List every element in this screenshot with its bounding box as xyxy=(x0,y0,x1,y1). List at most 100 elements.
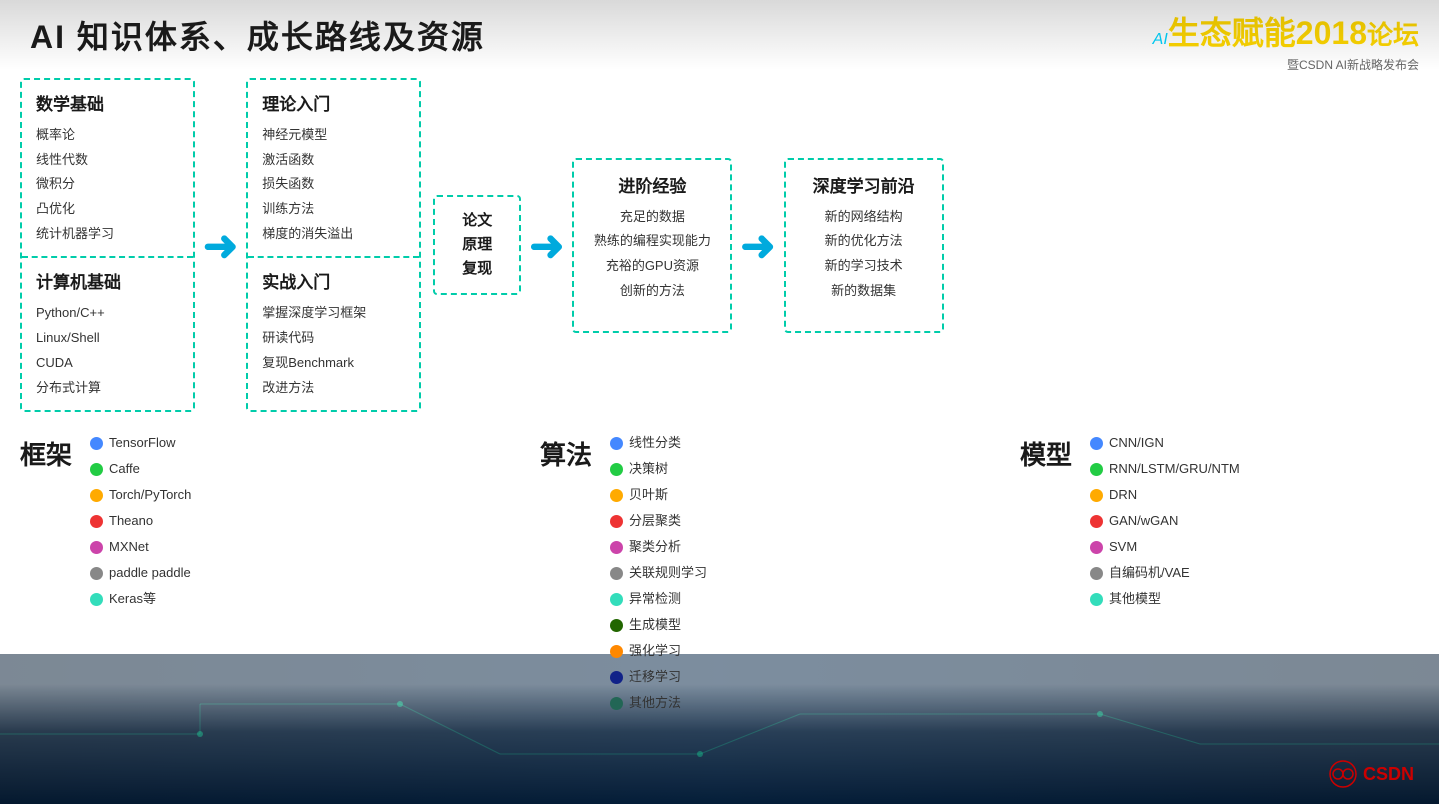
framework-item-4: MXNet xyxy=(90,534,191,560)
advanced-item-1: 充足的数据 xyxy=(590,205,714,230)
models-list: CNN/IGNRNN/LSTM/GRU/NTMDRNGAN/wGANSVM自编码… xyxy=(1090,430,1240,612)
theory-practice-box: 理论入门 神经元模型 激活函数 损失函数 训练方法 梯度的消失溢出 实战入门 掌… xyxy=(246,78,421,412)
theory-item-5: 梯度的消失溢出 xyxy=(262,222,405,247)
arrow-3: ➜ xyxy=(740,221,775,270)
algorithm-name-4: 聚类分析 xyxy=(629,534,681,560)
framework-item-6: Keras等 xyxy=(90,586,191,612)
model-item-2: DRN xyxy=(1090,482,1240,508)
csdn-logo: CSDN xyxy=(1328,759,1414,789)
math-title: 数学基础 xyxy=(36,90,179,115)
algorithm-name-3: 分层聚类 xyxy=(629,508,681,534)
math-items: 概率论 线性代数 微积分 凸优化 统计机器学习 xyxy=(36,123,179,246)
theory-items: 神经元模型 激活函数 损失函数 训练方法 梯度的消失溢出 xyxy=(262,123,405,246)
practice-item-4: 改进方法 xyxy=(262,376,405,401)
cs-items: Python/C++ Linux/Shell CUDA 分布式计算 xyxy=(36,301,179,400)
algorithm-dot-0 xyxy=(610,437,623,450)
math-section: 数学基础 概率论 线性代数 微积分 凸优化 统计机器学习 xyxy=(22,80,193,258)
advanced-title: 进阶经验 xyxy=(590,172,714,197)
cs-item-4: 分布式计算 xyxy=(36,376,179,401)
theory-item-4: 训练方法 xyxy=(262,197,405,222)
algorithm-name-9: 迁移学习 xyxy=(629,664,681,690)
algorithm-dot-8 xyxy=(610,645,623,658)
algorithm-dot-10 xyxy=(610,697,623,710)
algorithm-item-9: 迁移学习 xyxy=(610,664,707,690)
framework-name-1: Caffe xyxy=(109,456,140,482)
frameworks-label: 框架 xyxy=(20,435,80,472)
left-double-box: 数学基础 概率论 线性代数 微积分 凸优化 统计机器学习 计算机基础 Pytho… xyxy=(20,78,195,412)
algorithm-item-6: 异常检测 xyxy=(610,586,707,612)
model-item-5: 自编码机/VAE xyxy=(1090,560,1240,586)
framework-dot-6 xyxy=(90,593,103,606)
flow-diagram: 数学基础 概率论 线性代数 微积分 凸优化 统计机器学习 计算机基础 Pytho… xyxy=(20,78,1419,412)
model-name-6: 其他模型 xyxy=(1109,586,1161,612)
model-name-3: GAN/wGAN xyxy=(1109,508,1178,534)
model-name-0: CNN/IGN xyxy=(1109,430,1164,456)
model-dot-6 xyxy=(1090,593,1103,606)
model-name-1: RNN/LSTM/GRU/NTM xyxy=(1109,456,1240,482)
framework-dot-4 xyxy=(90,541,103,554)
model-name-5: 自编码机/VAE xyxy=(1109,560,1190,586)
advanced-item-4: 创新的方法 xyxy=(590,279,714,304)
algorithm-dot-7 xyxy=(610,619,623,632)
algorithm-name-8: 强化学习 xyxy=(629,638,681,664)
advanced-items: 充足的数据 熟练的编程实现能力 充裕的GPU资源 创新的方法 xyxy=(590,205,714,304)
math-item-2: 线性代数 xyxy=(36,148,179,173)
model-name-4: SVM xyxy=(1109,534,1137,560)
model-dot-2 xyxy=(1090,489,1103,502)
algorithm-item-8: 强化学习 xyxy=(610,638,707,664)
framework-item-5: paddle paddle xyxy=(90,560,191,586)
theory-section: 理论入门 神经元模型 激活函数 损失函数 训练方法 梯度的消失溢出 xyxy=(248,80,419,258)
algorithm-dot-3 xyxy=(610,515,623,528)
model-dot-4 xyxy=(1090,541,1103,554)
theory-item-1: 神经元模型 xyxy=(262,123,405,148)
framework-dot-5 xyxy=(90,567,103,580)
math-item-5: 统计机器学习 xyxy=(36,222,179,247)
paper-title: 论文原理复现 xyxy=(443,209,511,281)
framework-dot-0 xyxy=(90,437,103,450)
algorithms-label: 算法 xyxy=(540,435,600,472)
algorithm-item-5: 关联规则学习 xyxy=(610,560,707,586)
algorithms-list: 线性分类决策树贝叶斯分层聚类聚类分析关联规则学习异常检测生成模型强化学习迁移学习… xyxy=(610,430,707,716)
algorithm-dot-9 xyxy=(610,671,623,684)
algorithm-name-5: 关联规则学习 xyxy=(629,560,707,586)
algorithm-name-0: 线性分类 xyxy=(629,430,681,456)
math-item-3: 微积分 xyxy=(36,172,179,197)
framework-name-3: Theano xyxy=(109,508,153,534)
cs-title: 计算机基础 xyxy=(36,268,179,293)
algorithm-item-4: 聚类分析 xyxy=(610,534,707,560)
algorithm-name-7: 生成模型 xyxy=(629,612,681,638)
algorithm-item-10: 其他方法 xyxy=(610,690,707,716)
frameworks-list: TensorFlowCaffeTorch/PyTorchTheanoMXNetp… xyxy=(90,430,191,612)
algorithm-name-2: 贝叶斯 xyxy=(629,482,668,508)
practice-item-3: 复现Benchmark xyxy=(262,351,405,376)
framework-item-2: Torch/PyTorch xyxy=(90,482,191,508)
deep-title: 深度学习前沿 xyxy=(802,172,926,197)
models-category: 模型 CNN/IGNRNN/LSTM/GRU/NTMDRNGAN/wGANSVM… xyxy=(1020,430,1340,716)
algorithm-dot-4 xyxy=(610,541,623,554)
advanced-item-2: 熟练的编程实现能力 xyxy=(590,229,714,254)
algorithm-dot-5 xyxy=(610,567,623,580)
math-item-1: 概率论 xyxy=(36,123,179,148)
deep-item-2: 新的优化方法 xyxy=(802,229,926,254)
advanced-box: 进阶经验 充足的数据 熟练的编程实现能力 充裕的GPU资源 创新的方法 xyxy=(572,158,732,333)
arrow-2: ➜ xyxy=(529,221,564,270)
model-dot-3 xyxy=(1090,515,1103,528)
framework-name-4: MXNet xyxy=(109,534,149,560)
deep-items: 新的网络结构 新的优化方法 新的学习技术 新的数据集 xyxy=(802,205,926,304)
page-title: AI 知识体系、成长路线及资源 xyxy=(30,12,485,58)
algorithms-category: 算法 线性分类决策树贝叶斯分层聚类聚类分析关联规则学习异常检测生成模型强化学习迁… xyxy=(540,430,820,716)
model-item-1: RNN/LSTM/GRU/NTM xyxy=(1090,456,1240,482)
framework-name-6: Keras等 xyxy=(109,586,156,612)
framework-name-2: Torch/PyTorch xyxy=(109,482,191,508)
deep-item-3: 新的学习技术 xyxy=(802,254,926,279)
practice-item-1: 掌握深度学习框架 xyxy=(262,301,405,326)
algorithm-item-1: 决策树 xyxy=(610,456,707,482)
algorithm-item-2: 贝叶斯 xyxy=(610,482,707,508)
header: AI 知识体系、成长路线及资源 xyxy=(0,0,1439,70)
algorithm-dot-6 xyxy=(610,593,623,606)
deep-item-1: 新的网络结构 xyxy=(802,205,926,230)
model-dot-5 xyxy=(1090,567,1103,580)
deep-box: 深度学习前沿 新的网络结构 新的优化方法 新的学习技术 新的数据集 xyxy=(784,158,944,333)
model-dot-0 xyxy=(1090,437,1103,450)
cs-item-2: Linux/Shell xyxy=(36,326,179,351)
